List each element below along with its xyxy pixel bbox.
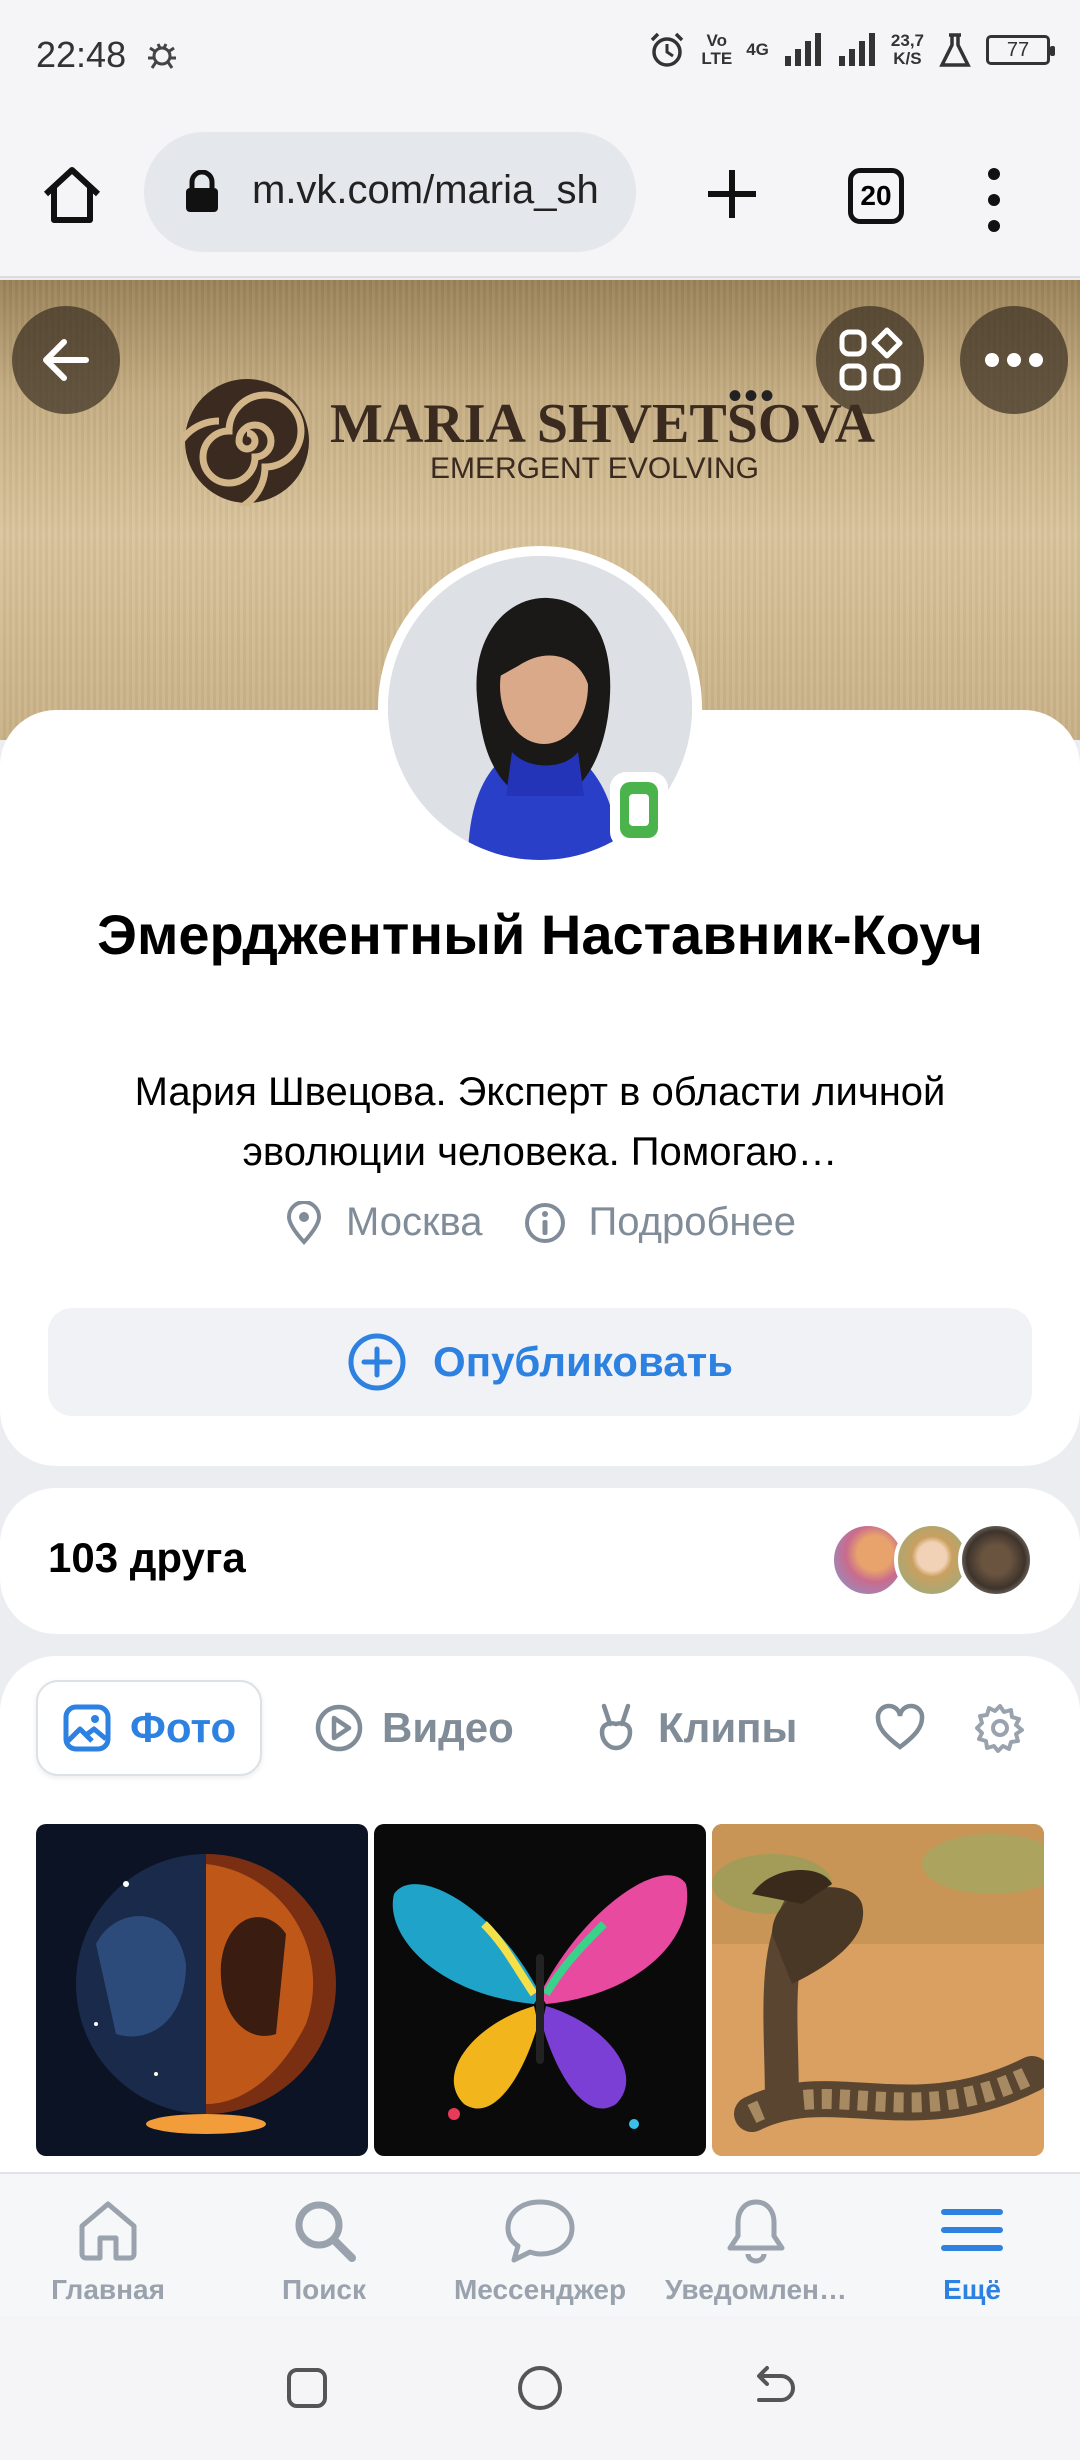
friend-avatar: [958, 1522, 1034, 1598]
menu-icon: [941, 2209, 1003, 2251]
messenger-icon: [505, 2199, 575, 2263]
info-circle-icon: [524, 1202, 565, 1243]
photo-colorful-butterfly[interactable]: [374, 1824, 706, 2156]
back-button[interactable]: [12, 306, 120, 414]
network-speed: 23,7 K/S: [890, 31, 924, 68]
system-back-icon[interactable]: [741, 2356, 805, 2420]
photo-icon: [63, 1704, 111, 1752]
nav-label: Главная: [51, 2274, 165, 2305]
home-icon: [79, 2201, 137, 2261]
profile-status[interactable]: Мария Швецова. Эксперт в области личной …: [60, 1062, 1020, 1182]
media-settings-button[interactable]: [974, 1680, 1026, 1776]
details-item[interactable]: Подробнее: [523, 1200, 796, 1245]
signal-icon-2: [838, 33, 875, 66]
bottom-navigation: Главная Поиск Мессенджер Уведомлен… Ещё: [0, 2172, 1080, 2316]
nav-more[interactable]: Ещё: [864, 2174, 1080, 2318]
tab-photos[interactable]: Фото: [36, 1680, 263, 1776]
plus-circle-icon: [348, 1333, 406, 1391]
clips-icon: [599, 1703, 633, 1751]
cover-logo-title: MARIA SHVETSOVA: [330, 393, 876, 455]
url-text: m.vk.com/maria_sh: [252, 168, 599, 212]
bell-icon: [727, 2199, 785, 2264]
publish-button[interactable]: Опубликовать: [48, 1308, 1032, 1416]
nav-notifications[interactable]: Уведомлен…: [648, 2174, 864, 2318]
recent-apps-icon[interactable]: [275, 2356, 339, 2420]
details-label: Подробнее: [588, 1200, 796, 1244]
more-dots-icon: [985, 353, 1043, 367]
lock-icon: [186, 170, 218, 212]
tab-favorites[interactable]: [874, 1680, 926, 1776]
volte-indicator: Vo LTE: [701, 31, 733, 68]
media-tabs: Фото Видео Клипы: [36, 1680, 1056, 1776]
new-tab-plus-icon[interactable]: [700, 162, 764, 226]
network-4g: 4G: [746, 40, 769, 59]
nav-home[interactable]: Главная: [0, 2174, 216, 2318]
status-time: 22:48: [36, 34, 127, 75]
profile-name: Эмерджентный Наставник-Коуч: [97, 903, 983, 966]
photo-lovers-cosmic[interactable]: [36, 1824, 368, 2156]
status-icons: Vo LTE 4G 23,7 K/S 77: [647, 30, 1055, 70]
city-label: Москва: [345, 1200, 483, 1244]
nav-label: Уведомлен…: [665, 2274, 847, 2305]
home-circle-icon[interactable]: [508, 2356, 572, 2420]
status-bar: 22:48 Vo LTE 4G 23,7 K/S 77: [0, 0, 1080, 110]
url-bar[interactable]: m.vk.com/maria_sh: [144, 132, 636, 252]
apps-grid-icon: [839, 327, 903, 391]
battery-indicator: 77: [986, 35, 1055, 65]
profile-info-row: Москва Подробнее: [0, 1200, 1080, 1245]
browser-menu-button[interactable]: [974, 168, 1014, 232]
cover-dots-icon: •••: [728, 374, 777, 418]
nav-label: Мессенджер: [453, 2274, 627, 2305]
browser-home-icon[interactable]: [36, 160, 108, 232]
arrow-left-icon: [43, 339, 89, 381]
cover-logo-subtitle: EMERGENT EVOLVING: [430, 452, 759, 485]
tab-count: 20: [860, 180, 892, 211]
spiral-logo-icon: [182, 379, 309, 506]
video-play-icon: [315, 1704, 363, 1752]
services-button[interactable]: [816, 306, 924, 414]
tab-switcher-button[interactable]: 20: [848, 168, 904, 224]
nav-messenger[interactable]: Мессенджер: [432, 2174, 648, 2318]
tab-clips[interactable]: Клипы: [592, 1680, 797, 1776]
publish-label: Опубликовать: [433, 1338, 733, 1385]
location-pin-icon: [286, 1200, 321, 1245]
browser-toolbar: m.vk.com/maria_sh 20: [0, 110, 1080, 278]
alarm-icon: [651, 32, 684, 67]
nav-label: Ещё: [943, 2274, 1001, 2305]
photo-cobra[interactable]: [712, 1824, 1044, 2156]
signal-icon-1: [784, 33, 821, 66]
tab-videos[interactable]: Видео: [314, 1680, 514, 1776]
search-icon: [295, 2201, 356, 2262]
more-options-button[interactable]: [960, 306, 1068, 414]
friends-count-label: 103 друга: [48, 1534, 246, 1581]
gear-icon: [975, 1704, 1024, 1753]
nav-label: Поиск: [281, 2274, 367, 2305]
flask-icon: [939, 33, 971, 67]
friend-avatars: [830, 1522, 1034, 1598]
nav-search[interactable]: Поиск: [216, 2174, 432, 2318]
city-item[interactable]: Москва: [284, 1200, 483, 1245]
heart-icon: [875, 1703, 925, 1750]
bug-notification-icon: [148, 43, 176, 69]
friends-card[interactable]: 103 друга: [0, 1488, 1080, 1634]
online-mobile-badge: [610, 772, 668, 848]
system-navigation-bar: [0, 2316, 1080, 2460]
